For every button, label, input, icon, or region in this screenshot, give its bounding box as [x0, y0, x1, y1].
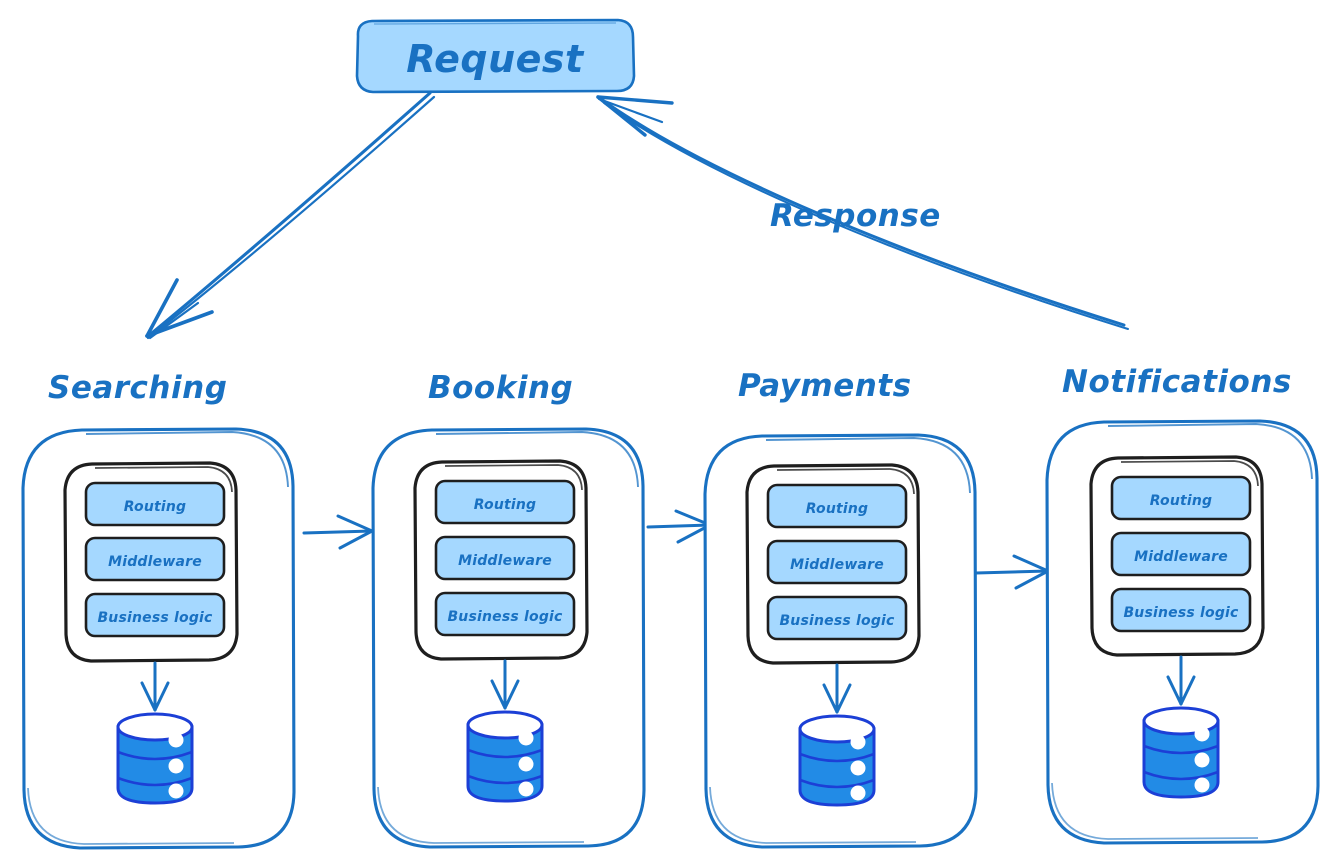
layer-label-business-logic-notifications: Business logic	[1123, 605, 1239, 621]
service-notifications[interactable]: Notifications Routing Middleware Busines…	[0, 0, 1337, 863]
layer-label-middleware-notifications: Middleware	[1134, 549, 1228, 565]
layer-label-routing-notifications: Routing	[1150, 493, 1213, 509]
service-label-notifications: Notifications	[1062, 364, 1292, 400]
layer-box-business-logic-notifications[interactable]: Business logic	[1110, 587, 1252, 633]
layer-box-middleware-notifications[interactable]: Middleware	[1110, 531, 1252, 577]
diagram-canvas: Request Response Searching Routing Middl…	[0, 0, 1337, 863]
layer-box-routing-notifications[interactable]: Routing	[1110, 475, 1252, 521]
database-cylinder-notifications[interactable]	[1142, 706, 1220, 799]
